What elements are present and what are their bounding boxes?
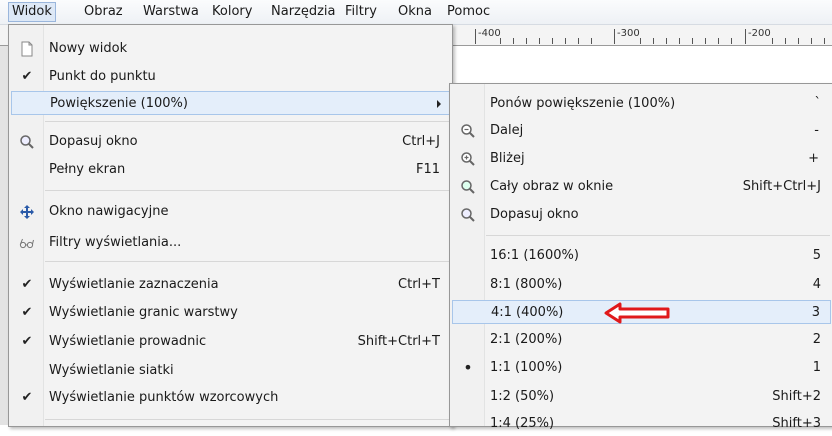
menu-kolory[interactable]: Kolory	[208, 3, 256, 21]
menu-item-fullscreen[interactable]: Pełny ekran F11	[11, 158, 450, 182]
menu-item-zoom-200[interactable]: 2:1 (200%) 2	[452, 328, 831, 352]
zoom-out-icon	[460, 123, 476, 139]
checkmark-icon: ✔	[21, 305, 33, 320]
zoom-submenu: Ponów powiększenie (100%) ` Dalej - Bliż…	[449, 83, 832, 431]
radio-dot-icon: •	[463, 358, 473, 377]
menu-widok[interactable]: Widok	[8, 2, 56, 22]
menu-item-revert-zoom[interactable]: Ponów powiększenie (100%) `	[452, 92, 831, 116]
checkmark-icon: ✔	[21, 277, 33, 292]
separator	[45, 419, 449, 420]
checkmark-icon: ✔	[21, 390, 33, 405]
menu-item-zoom-800[interactable]: 8:1 (800%) 4	[452, 273, 831, 297]
separator	[45, 121, 449, 122]
menu-item-new-view[interactable]: Nowy widok	[11, 37, 450, 61]
menu-obraz[interactable]: Obraz	[80, 3, 127, 21]
menubar: Widok Obraz Warstwa Kolory Narzędzia Fil…	[0, 0, 832, 25]
zoom-in-icon	[460, 151, 476, 167]
menu-item-show-grid[interactable]: Wyświetlanie siatki	[11, 359, 450, 383]
menu-item-show-selection[interactable]: ✔ Wyświetlanie zaznaczenia Ctrl+T	[11, 273, 450, 297]
submenu-arrow-icon	[437, 100, 441, 108]
document-icon	[19, 41, 35, 57]
view-menu: Nowy widok ✔ Punkt do punktu Powiększeni…	[8, 24, 453, 427]
menu-item-zoom-1600[interactable]: 16:1 (1600%) 5	[452, 244, 831, 268]
separator	[45, 190, 449, 191]
menu-item-fit-image[interactable]: Cały obraz w oknie Shift+Ctrl+J	[452, 175, 831, 199]
zoom-icon	[19, 134, 35, 150]
menu-item-zoom-out[interactable]: Dalej -	[452, 119, 831, 143]
menu-item-fit-window[interactable]: Dopasuj okno	[452, 203, 831, 227]
menu-item-zoom-100[interactable]: • 1:1 (100%) 1	[452, 356, 831, 380]
separator	[486, 235, 830, 236]
zoom-icon	[460, 207, 476, 223]
menu-item-zoom-50[interactable]: 1:2 (50%) Shift+2	[452, 385, 831, 409]
menu-okna[interactable]: Okna	[394, 3, 436, 21]
navigate-icon	[19, 204, 35, 220]
zoom-fit-icon	[460, 179, 476, 195]
menu-item-show-layer-boundary[interactable]: ✔ Wyświetlanie granic warstwy	[11, 301, 450, 325]
menu-filtry[interactable]: Filtry	[341, 3, 381, 21]
menu-item-dot-for-dot[interactable]: ✔ Punkt do punktu	[11, 65, 450, 89]
menu-item-show-sample-points[interactable]: ✔ Wyświetlanie punktów wzorcowych	[11, 386, 450, 410]
menu-item-zoom-25[interactable]: 1:4 (25%) Shift+3	[452, 412, 831, 436]
menu-item-navigation[interactable]: Okno nawigacyjne	[11, 200, 450, 224]
glasses-icon	[19, 235, 35, 251]
menu-item-zoom[interactable]: Powiększenie (100%)	[11, 91, 450, 115]
ruler-label: -400	[478, 28, 501, 39]
menu-warstwa[interactable]: Warstwa	[139, 3, 203, 21]
annotation-arrow-icon	[604, 302, 670, 324]
menu-item-display-filters[interactable]: Filtry wyświetlania...	[11, 231, 450, 255]
separator	[45, 261, 449, 262]
checkmark-icon: ✔	[21, 69, 33, 84]
menu-item-zoom-in[interactable]: Bliżej +	[452, 147, 831, 171]
checkmark-icon: ✔	[21, 334, 33, 349]
menu-item-show-guides[interactable]: ✔ Wyświetlanie prowadnic Shift+Ctrl+T	[11, 330, 450, 354]
menu-narzedzia[interactable]: Narzędzia	[267, 3, 340, 21]
menu-pomoc[interactable]: Pomoc	[443, 3, 494, 21]
ruler-label: -300	[617, 28, 640, 39]
ruler-label: -200	[748, 28, 771, 39]
menu-item-shrink-wrap[interactable]: Dopasuj okno Ctrl+J	[11, 130, 450, 154]
